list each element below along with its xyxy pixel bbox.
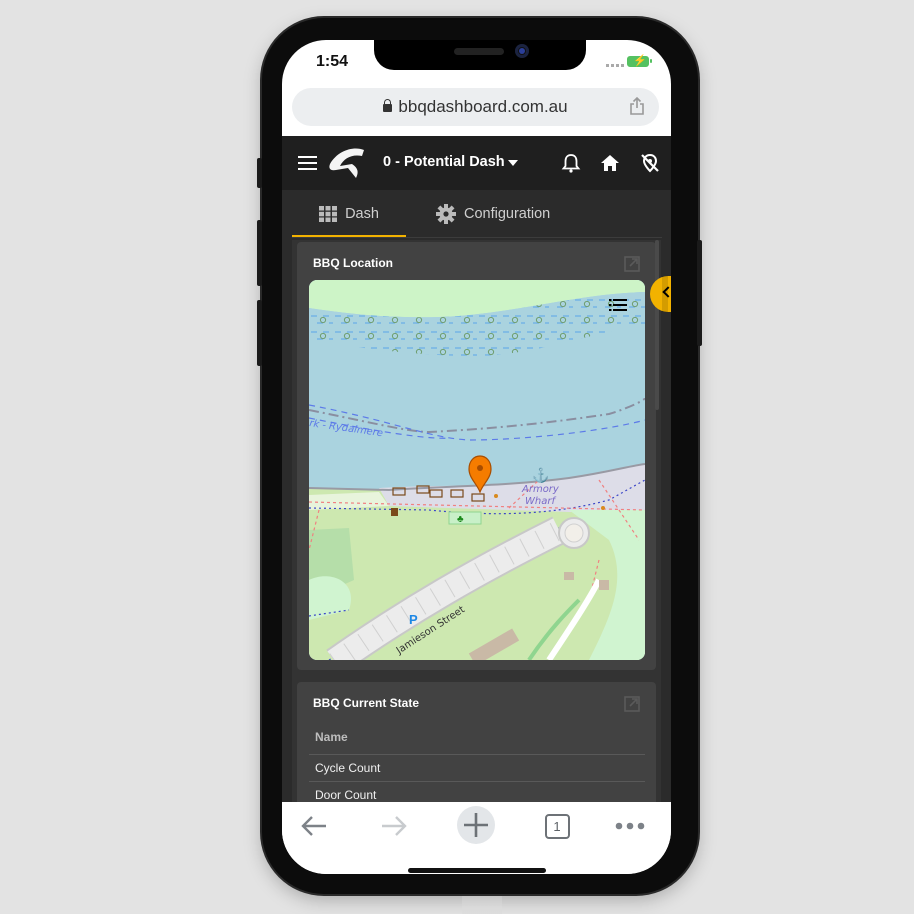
grid-icon — [319, 206, 338, 222]
volume-down-button — [257, 300, 262, 366]
bbq-dashboard-app: 0 - Potential Dash Dash Configuration BB… — [282, 136, 671, 802]
hamburger-icon[interactable] — [298, 156, 317, 170]
home-icon[interactable] — [599, 152, 621, 174]
arrow-left-icon — [301, 816, 326, 836]
camera — [515, 44, 529, 58]
list-icon[interactable] — [609, 298, 627, 312]
brand-logo[interactable] — [326, 146, 368, 180]
tab-dash[interactable]: Dash — [292, 190, 406, 238]
lock-icon — [383, 99, 393, 112]
tab-dash-label: Dash — [345, 206, 379, 222]
notch — [374, 40, 586, 70]
tab-count: 1 — [544, 813, 570, 839]
scrollbar[interactable] — [655, 240, 659, 410]
map-tiles: ♣ ⚓ rk - Rydalmere Armory Wharf Jamieson… — [309, 280, 645, 660]
home-indicator[interactable] — [408, 868, 546, 873]
forward-button[interactable] — [378, 810, 410, 842]
share-icon[interactable] — [629, 97, 645, 115]
card-title: BBQ Location — [313, 256, 393, 270]
map-label-armory-wharf: Armory — [521, 484, 560, 495]
address-bar[interactable]: bbqdashboard.com.au — [292, 88, 659, 126]
open-external-icon[interactable] — [624, 256, 640, 272]
speaker — [454, 48, 504, 55]
device-frame-stage: 1:54 ⚡ bbqdashboard.com.au 0 - Potential… — [0, 0, 914, 914]
tab-configuration-label: Configuration — [464, 206, 551, 222]
tabs-divider — [292, 237, 662, 238]
tab-configuration[interactable]: Configuration — [436, 190, 550, 238]
anchor-icon: ⚓ — [532, 467, 549, 484]
svg-text:Wharf: Wharf — [525, 496, 556, 507]
open-external-icon[interactable] — [624, 696, 640, 712]
status-time: 1:54 — [316, 53, 349, 70]
back-button[interactable] — [298, 810, 330, 842]
power-button — [697, 240, 702, 346]
more-dots-icon — [615, 822, 645, 830]
dashboard-selector[interactable]: 0 - Potential Dash — [383, 154, 505, 170]
svg-text:♣: ♣ — [457, 514, 464, 525]
table-row[interactable]: Cycle Count — [309, 754, 645, 781]
tabs-button[interactable]: 1 — [543, 810, 571, 842]
bbq-location-card: BBQ Location ♣ ⚓ rk - Rydalmere Armory W… — [297, 242, 656, 670]
mute-switch — [257, 158, 262, 188]
more-button[interactable] — [614, 810, 646, 842]
table-row[interactable]: Door Count — [309, 781, 645, 802]
plus-icon — [464, 813, 488, 837]
bell-icon[interactable] — [560, 152, 582, 174]
table-header-name: Name — [315, 730, 348, 744]
tab-bar: Dash Configuration — [292, 190, 662, 238]
parking-icon: P — [409, 612, 418, 627]
card-title: BBQ Current State — [313, 696, 420, 710]
arrow-right-icon — [382, 816, 407, 836]
chevron-down-icon[interactable] — [508, 160, 518, 166]
signal-icon — [606, 64, 624, 67]
battery-charging-icon: ⚡ — [627, 55, 652, 67]
dashboard-content[interactable]: BBQ Location ♣ ⚓ rk - Rydalmere Armory W… — [292, 240, 661, 802]
volume-up-button — [257, 220, 262, 286]
app-header: 0 - Potential Dash — [282, 136, 671, 190]
no-location-icon[interactable] — [639, 152, 661, 174]
new-tab-button[interactable] — [457, 806, 495, 844]
url-text: bbqdashboard.com.au — [398, 97, 568, 116]
bbq-current-state-card: BBQ Current State Name Cycle Count Door … — [297, 682, 656, 802]
map-view[interactable]: ♣ ⚓ rk - Rydalmere Armory Wharf Jamieson… — [309, 280, 645, 660]
gear-icon — [436, 204, 456, 224]
phone-screen: 1:54 ⚡ bbqdashboard.com.au 0 - Potential… — [282, 40, 671, 874]
browser-toolbar: 1 — [282, 802, 671, 874]
chevron-left-icon — [662, 286, 671, 298]
